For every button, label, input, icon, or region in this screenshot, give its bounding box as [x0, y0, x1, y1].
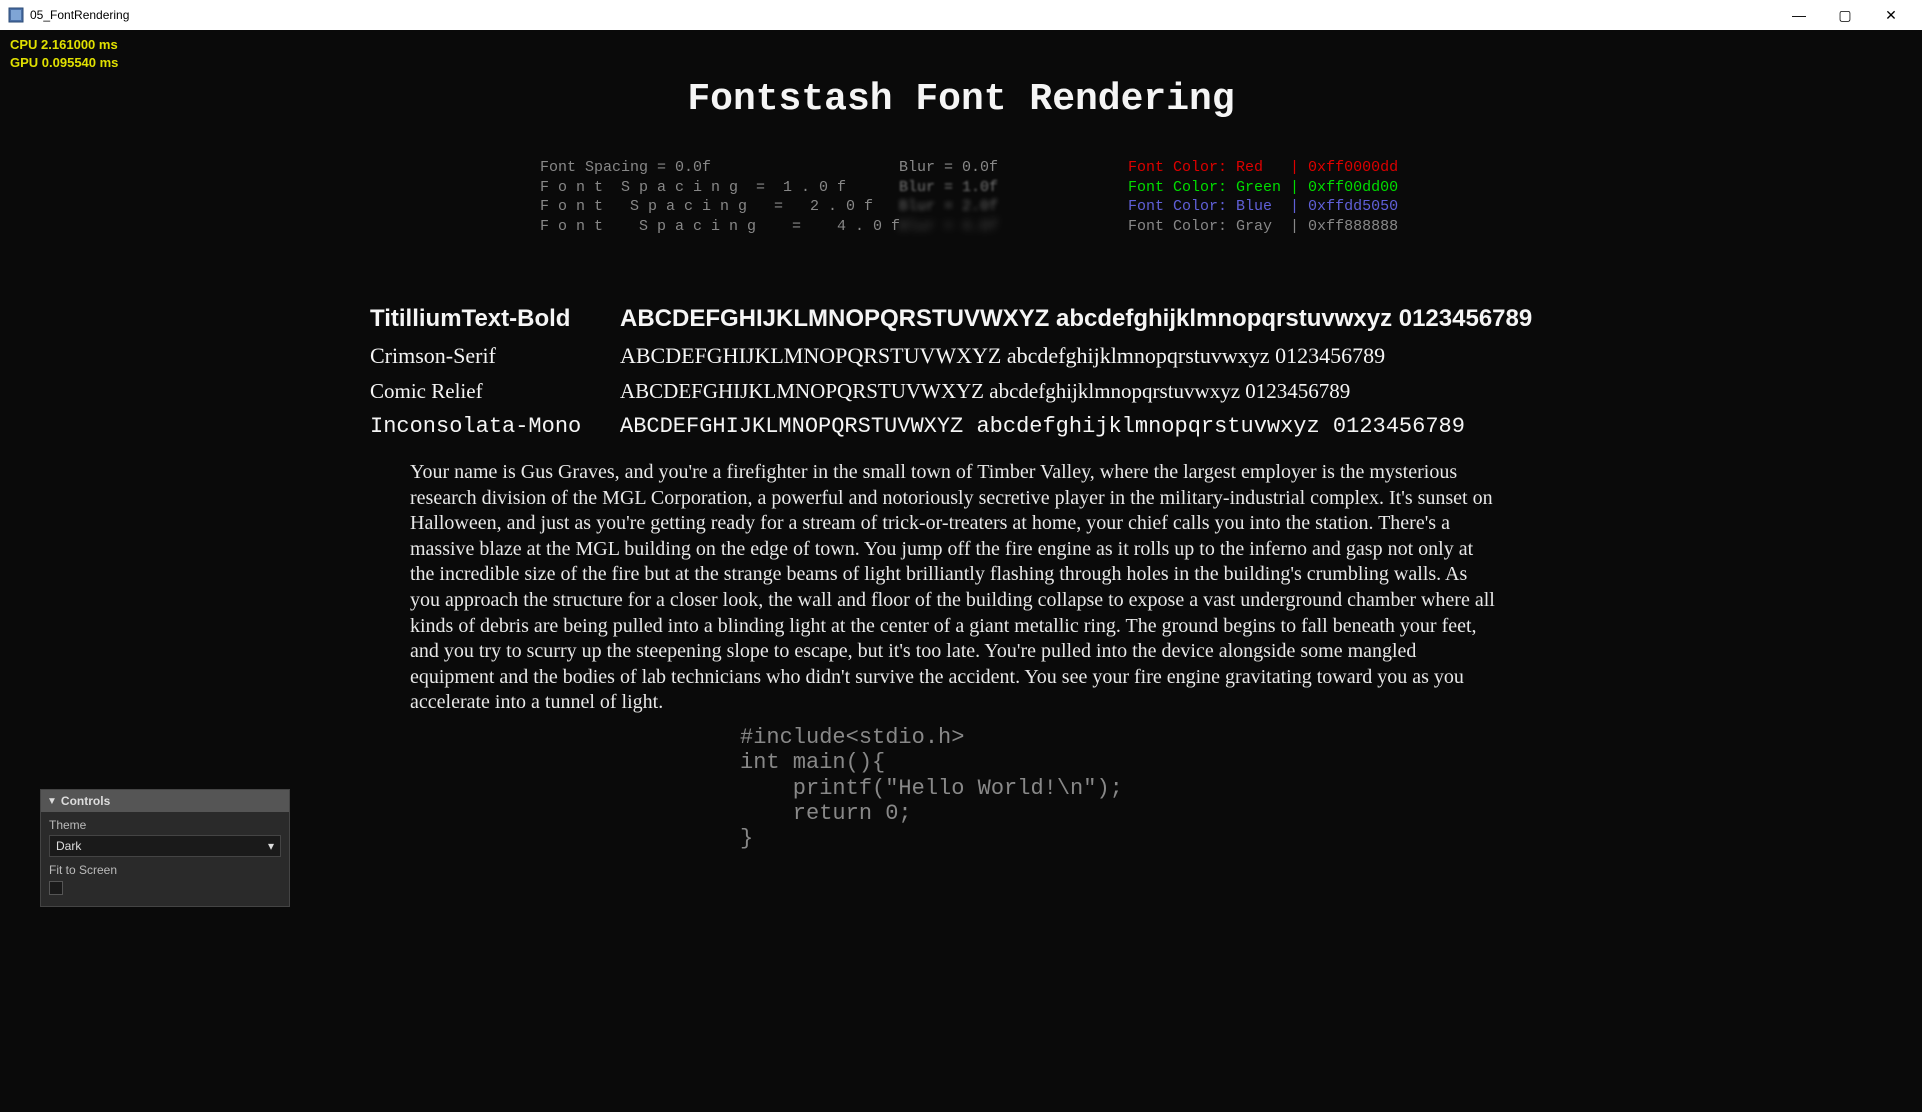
maximize-button[interactable]: ▢ — [1822, 0, 1868, 30]
font-sample: ABCDEFGHIJKLMNOPQRSTUVWXYZ abcdefghijklm… — [620, 305, 1532, 333]
code-sample: #include<stdio.h> int main(){ printf("He… — [740, 725, 1123, 851]
spacing-row-3: F o n t S p a c i n g = 4 . 0 f — [540, 217, 890, 237]
minimize-button[interactable]: — — [1776, 0, 1822, 30]
viewport: CPU 2.161000 ms GPU 0.095540 ms Fontstas… — [0, 30, 1922, 1112]
font-sample: ABCDEFGHIJKLMNOPQRSTUVWXYZ abcdefghijklm… — [620, 379, 1350, 404]
chevron-down-icon: ▾ — [268, 839, 274, 853]
font-name: TitilliumText-Bold — [370, 305, 620, 333]
font-row-titillium: TitilliumText-Bold ABCDEFGHIJKLMNOPQRSTU… — [370, 305, 1532, 333]
app-icon — [8, 7, 24, 23]
font-sample: ABCDEFGHIJKLMNOPQRSTUVWXYZ abcdefghijklm… — [620, 414, 1465, 439]
fit-to-screen-checkbox[interactable] — [49, 881, 63, 895]
controls-panel: ▼ Controls Theme Dark ▾ Fit to Screen — [40, 789, 290, 907]
blur-row-0: Blur = 0.0f — [899, 158, 1119, 178]
color-column: Font Color: Red | 0xff0000dd Font Color:… — [1128, 158, 1398, 236]
theme-label: Theme — [49, 818, 281, 832]
controls-header[interactable]: ▼ Controls — [41, 790, 289, 812]
gpu-time: GPU 0.095540 ms — [10, 54, 118, 72]
blur-row-3: Blur = 4.0f — [899, 217, 1119, 237]
color-row-green: Font Color: Green | 0xff00dd00 — [1128, 178, 1398, 198]
font-name: Inconsolata-Mono — [370, 414, 620, 439]
font-name: Crimson-Serif — [370, 343, 620, 369]
window-title: 05_FontRendering — [30, 8, 129, 22]
close-button[interactable]: ✕ — [1868, 0, 1914, 30]
controls-title: Controls — [61, 794, 110, 808]
font-list: TitilliumText-Bold ABCDEFGHIJKLMNOPQRSTU… — [370, 305, 1532, 449]
titlebar: 05_FontRendering — ▢ ✕ — [0, 0, 1922, 30]
font-demo-block: Font Spacing = 0.0f F o n t S p a c i n … — [540, 158, 1398, 236]
color-row-red: Font Color: Red | 0xff0000dd — [1128, 158, 1398, 178]
font-row-inconsolata: Inconsolata-Mono ABCDEFGHIJKLMNOPQRSTUVW… — [370, 414, 1532, 439]
font-sample: ABCDEFGHIJKLMNOPQRSTUVWXYZ abcdefghijklm… — [620, 343, 1385, 369]
font-name: Comic Relief — [370, 379, 620, 404]
spacing-row-1: F o n t S p a c i n g = 1 . 0 f — [540, 178, 890, 198]
color-row-gray: Font Color: Gray | 0xff888888 — [1128, 217, 1398, 237]
blur-row-1: Blur = 1.0f — [899, 178, 1119, 198]
spacing-column: Font Spacing = 0.0f F o n t S p a c i n … — [540, 158, 890, 236]
cpu-time: CPU 2.161000 ms — [10, 36, 118, 54]
page-title: Fontstash Font Rendering — [0, 78, 1922, 121]
font-row-crimson: Crimson-Serif ABCDEFGHIJKLMNOPQRSTUVWXYZ… — [370, 343, 1532, 369]
blur-row-2: Blur = 2.0f — [899, 197, 1119, 217]
blur-column: Blur = 0.0f Blur = 1.0f Blur = 2.0f Blur… — [899, 158, 1119, 236]
theme-select[interactable]: Dark ▾ — [49, 835, 281, 857]
font-row-comic: Comic Relief ABCDEFGHIJKLMNOPQRSTUVWXYZ … — [370, 379, 1532, 404]
perf-overlay: CPU 2.161000 ms GPU 0.095540 ms — [10, 36, 118, 72]
theme-value: Dark — [56, 839, 81, 853]
color-row-blue: Font Color: Blue | 0xffdd5050 — [1128, 197, 1398, 217]
story-paragraph: Your name is Gus Graves, and you're a fi… — [410, 460, 1495, 716]
fit-to-screen-label: Fit to Screen — [49, 863, 281, 877]
chevron-down-icon: ▼ — [47, 796, 57, 807]
spacing-row-0: Font Spacing = 0.0f — [540, 158, 890, 178]
spacing-row-2: F o n t S p a c i n g = 2 . 0 f — [540, 197, 890, 217]
